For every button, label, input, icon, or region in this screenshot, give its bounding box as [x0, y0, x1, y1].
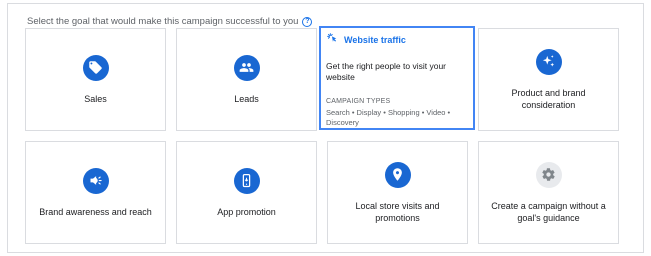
cursor-click-icon [326, 32, 339, 47]
goal-card-app-promotion[interactable]: App promotion [176, 141, 317, 244]
goal-card-product-brand-consideration[interactable]: Product and brand consideration [478, 28, 619, 131]
selected-goal-label: Website traffic [344, 34, 406, 45]
campaign-types-list: Search • Display • Shopping • Video • Di… [326, 108, 451, 127]
goal-card-local-store-visits[interactable]: Local store visits and promotions [327, 141, 468, 244]
sparkle-icon [535, 48, 562, 75]
goal-prompt-text: Select the goal that would make this cam… [27, 16, 299, 27]
goal-card-brand-awareness[interactable]: Brand awareness and reach [25, 141, 166, 244]
goal-label: Create a campaign without a goal's guida… [491, 200, 606, 223]
goal-label: Brand awareness and reach [39, 206, 152, 217]
goal-label: Product and brand consideration [511, 87, 586, 110]
selected-goal-description: Get the right people to visit your websi… [326, 61, 447, 82]
megaphone-icon [82, 167, 109, 194]
campaign-goal-panel: Select the goal that would make this cam… [7, 3, 644, 253]
goal-label: Sales [84, 93, 107, 104]
gear-icon [535, 161, 562, 188]
phone-icon [233, 167, 260, 194]
goal-card-leads[interactable]: Leads [176, 28, 317, 131]
goal-label: App promotion [217, 206, 276, 217]
tag-icon [82, 54, 109, 81]
goal-prompt: Select the goal that would make this cam… [27, 16, 313, 27]
goal-card-sales[interactable]: Sales [25, 28, 166, 131]
goal-card-website-traffic[interactable]: Website traffic Get the right people to … [319, 26, 475, 130]
location-pin-icon [384, 161, 411, 188]
campaign-types-heading: CAMPAIGN TYPES [326, 98, 391, 105]
goal-label: Leads [234, 93, 259, 104]
goal-label: Local store visits and promotions [355, 200, 440, 223]
people-icon [233, 54, 260, 81]
goal-card-no-goal-guidance[interactable]: Create a campaign without a goal's guida… [478, 141, 619, 244]
help-icon[interactable]: ? [302, 16, 313, 27]
selected-goal-title: Website traffic [326, 32, 406, 47]
